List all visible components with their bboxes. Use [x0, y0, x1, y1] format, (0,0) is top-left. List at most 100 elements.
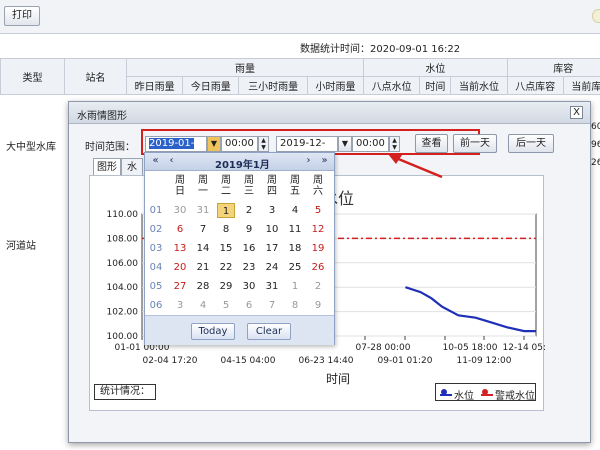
tab-chart[interactable]: 图形 — [93, 158, 121, 176]
calendar-day[interactable]: 3 — [171, 298, 189, 313]
calendar-day[interactable]: 18 — [286, 241, 304, 256]
calendar-day[interactable]: 14 — [194, 241, 212, 256]
weekday-header: 周日 — [175, 175, 185, 197]
weekday-header: 周一 — [198, 175, 208, 197]
calendar-footer: Today Clear — [145, 315, 334, 345]
week-number: 06 — [149, 300, 163, 311]
y-tick-label: 102.00 — [107, 308, 139, 318]
next-day-button[interactable]: 后一天 — [508, 134, 554, 153]
calendar-day[interactable]: 31 — [263, 279, 281, 294]
calendar-day[interactable]: 5 — [217, 298, 235, 313]
header-current-storage: 当前库容 — [562, 76, 600, 95]
header-water-level: 水位 — [363, 58, 508, 77]
calendar-day[interactable]: 2 — [309, 279, 327, 294]
start-date-input[interactable]: 2019-01-01 — [145, 136, 207, 163]
type-reservoir: 大中型水库 — [6, 142, 56, 153]
dialog-title: 水雨情图形 — [77, 111, 127, 122]
legend-water-level-icon — [440, 389, 452, 396]
week-number: 01 — [149, 205, 163, 216]
calendar-day[interactable]: 4 — [194, 298, 212, 313]
peek-value: 26 — [591, 158, 600, 168]
calendar-day[interactable]: 20 — [171, 260, 189, 275]
calendar-title[interactable]: 2019年1月 — [215, 156, 270, 171]
y-tick-label: 108.00 — [107, 234, 139, 244]
calendar-day[interactable]: 28 — [194, 279, 212, 294]
prev-day-button[interactable]: 前一天 — [453, 134, 497, 153]
calendar-day[interactable]: 6 — [171, 222, 189, 237]
calendar-day[interactable]: 19 — [309, 241, 327, 256]
header-8am-storage: 八点库容 — [506, 76, 564, 95]
toolbar-circle-icon[interactable] — [592, 9, 600, 23]
x-tick-label: 04-15 04:00 — [221, 356, 276, 366]
calendar-day[interactable]: 17 — [263, 241, 281, 256]
calendar-day[interactable]: 31 — [194, 203, 212, 218]
calendar-day[interactable]: 7 — [263, 298, 281, 313]
stats-time: 数据统计时间：2020-09-01 16:22 — [300, 44, 461, 55]
calendar-day[interactable]: 26 — [309, 260, 327, 275]
legend-water-level-label: 水位 — [454, 391, 474, 402]
calendar-day[interactable]: 30 — [240, 279, 258, 294]
chart-legend: 水位 警戒水位 — [435, 383, 536, 402]
calendar-day[interactable]: 30 — [171, 203, 189, 218]
calendar-day[interactable]: 9 — [309, 298, 327, 313]
x-tick-label: 09-01 01:20 — [378, 356, 433, 366]
tab-water[interactable]: 水 — [121, 158, 143, 176]
next-month-button[interactable]: › — [302, 155, 315, 168]
legend-warning-level-label: 警戒水位 — [495, 391, 535, 402]
x-tick-label: 12-14 05:20 — [503, 343, 545, 353]
calendar-day[interactable]: 15 — [217, 241, 235, 256]
calendar-day[interactable]: 11 — [286, 222, 304, 237]
calendar-day[interactable]: 3 — [263, 203, 281, 218]
water-level-line — [405, 286, 536, 333]
header-time: 时间 — [419, 76, 452, 95]
start-time-input[interactable]: 00:00 — [221, 136, 258, 152]
week-number: 04 — [149, 262, 163, 273]
calendar-day[interactable]: 4 — [286, 203, 304, 218]
calendar-day[interactable]: 8 — [217, 222, 235, 237]
time-range-label: 时间范围： — [85, 142, 135, 153]
weekday-header: 周二 — [221, 175, 231, 197]
calendar-day[interactable]: 23 — [240, 260, 258, 275]
calendar-day[interactable]: 13 — [171, 241, 189, 256]
calendar-day[interactable]: 5 — [309, 203, 327, 218]
calendar-day[interactable]: 21 — [194, 260, 212, 275]
legend-warning-level-icon — [481, 389, 493, 396]
print-button[interactable]: 打印 — [4, 6, 40, 26]
x-tick-label: 10-05 18:00 — [443, 343, 498, 353]
header-type: 类型 — [0, 58, 65, 95]
calendar-day[interactable]: 10 — [263, 222, 281, 237]
today-button[interactable]: Today — [191, 323, 235, 340]
week-number: 03 — [149, 243, 163, 254]
start-date-dropdown-button[interactable]: ▼ — [207, 136, 221, 152]
prev-year-button[interactable]: « — [149, 155, 162, 168]
stat-label: 统计情况： — [94, 384, 156, 400]
dialog-titlebar[interactable]: 水雨情图形 X — [69, 102, 590, 124]
calendar-day[interactable]: 7 — [194, 222, 212, 237]
calendar-day[interactable]: 6 — [240, 298, 258, 313]
weekday-header: 周五 — [290, 175, 300, 197]
next-year-button[interactable]: » — [318, 155, 331, 168]
calendar-day[interactable]: 9 — [240, 222, 258, 237]
start-time-spinner[interactable]: ▲ ▼ — [258, 136, 269, 152]
calendar-day[interactable]: 12 — [309, 222, 327, 237]
calendar-day[interactable]: 1 — [217, 203, 235, 218]
calendar-day[interactable]: 16 — [240, 241, 258, 256]
header-current-level: 当前水位 — [450, 76, 508, 95]
prev-month-button[interactable]: ‹ — [165, 155, 178, 168]
calendar-day[interactable]: 24 — [263, 260, 281, 275]
calendar-day[interactable]: 1 — [286, 279, 304, 294]
calendar-day[interactable]: 29 — [217, 279, 235, 294]
header-3h-rain: 三小时雨量 — [238, 76, 308, 95]
calendar-day[interactable]: 25 — [286, 260, 304, 275]
y-tick-label: 104.00 — [107, 283, 139, 293]
end-date-dropdown-button[interactable]: ▼ — [338, 136, 352, 152]
calendar-day[interactable]: 8 — [286, 298, 304, 313]
close-button[interactable]: X — [570, 106, 583, 119]
calendar-day[interactable]: 22 — [217, 260, 235, 275]
calendar-day[interactable]: 27 — [171, 279, 189, 294]
end-date-input[interactable]: 2019-12-31 — [276, 136, 338, 163]
calendar-day[interactable]: 2 — [240, 203, 258, 218]
header-today-rain: 今日雨量 — [182, 76, 240, 95]
clear-button[interactable]: Clear — [247, 323, 291, 340]
stats-table: 类型 站名 雨量 水位 库容 昨日雨量 今日雨量 三小时雨量 小时雨量 八点水位… — [0, 58, 600, 95]
